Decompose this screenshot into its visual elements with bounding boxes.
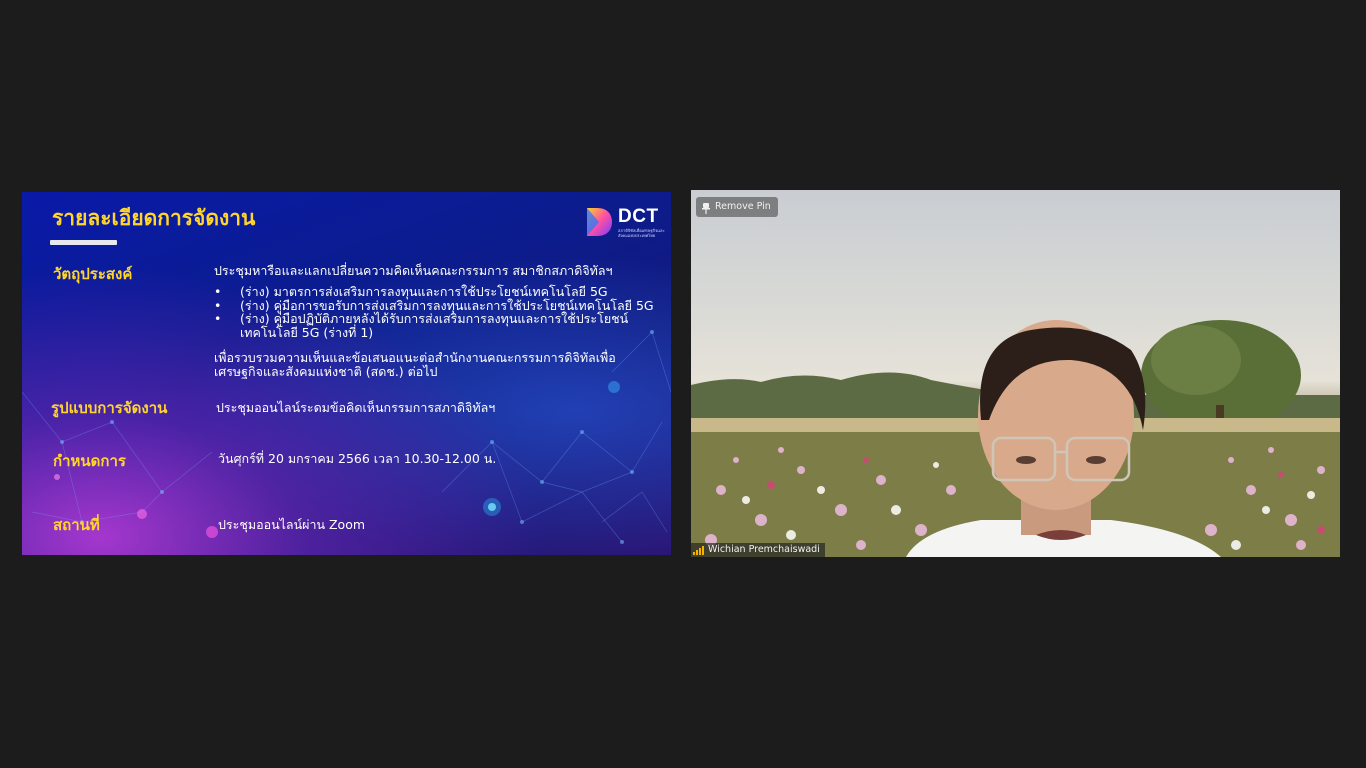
signal-bars-icon (693, 545, 704, 555)
shared-screen-slide: รายละเอียดการจัดงาน DCT สภาดิจิทัลเพื่อเ… (22, 192, 671, 555)
objective-label: วัตถุประสงค์ (53, 265, 133, 283)
participant-name: Wichian Premchaiswadi (708, 544, 820, 555)
list-item: • (ร่าง) มาตรการส่งเสริมการลงทุนและการใช… (214, 284, 608, 299)
schedule-label: กำหนดการ (53, 452, 126, 470)
remove-pin-label: Remove Pin (715, 201, 771, 212)
schedule-value: วันศุกร์ที่ 20 มกราคม 2566 เวลา 10.30-12… (218, 451, 497, 466)
slide-title: รายละเอียดการจัดงาน (52, 206, 256, 230)
objective-closing-line-2: เศรษฐกิจและสังคมแห่งชาติ (สดช.) ต่อไป (214, 364, 438, 379)
pin-icon (702, 202, 710, 214)
dct-logo-text: DCT (618, 206, 659, 227)
list-item: • (ร่าง) คู่มือการขอรับการส่งเสริมการลงท… (214, 297, 654, 313)
title-underline (50, 240, 117, 245)
objective-bullet-list: • (ร่าง) มาตรการส่งเสริมการลงทุนและการใช… (214, 285, 654, 339)
objective-intro: ประชุมหารือและแลกเปลี่ยนความคิดเห็นคณะกร… (214, 263, 613, 278)
format-value: ประชุมออนไลน์ระดมข้อคิดเห็นกรรมการสภาดิจ… (216, 400, 496, 415)
venue-label: สถานที่ (53, 516, 100, 534)
dct-logo-icon (587, 208, 612, 236)
participant-video-tile[interactable]: Remove Pin Wichian Premchaiswadi (691, 190, 1340, 557)
bullet-text-continued: เทคโนโลยี 5G (ร่างที่ 1) (240, 324, 374, 340)
format-label: รูปแบบการจัดงาน (51, 399, 168, 417)
video-feed-image (691, 320, 1340, 557)
objective-closing-line-1: เพื่อรวบรวมความเห็นและข้อเสนอแนะต่อสำนัก… (214, 350, 616, 365)
venue-value: ประชุมออนไลน์ผ่าน Zoom (218, 517, 366, 532)
dct-logo-subtitle: สภาดิจิทัลเพื่อเศรษฐกิจและสังคมแห่งประเท… (618, 228, 665, 238)
participant-name-tag: Wichian Premchaiswadi (691, 543, 825, 557)
dct-logo: DCT สภาดิจิทัลเพื่อเศรษฐกิจและสังคมแห่งป… (585, 206, 665, 240)
remove-pin-button[interactable]: Remove Pin (696, 197, 778, 217)
list-item: • (ร่าง) คู่มือปฏิบัติภายหลังได้รับการส่… (214, 312, 654, 339)
bullet-text: (ร่าง) คู่มือปฏิบัติภายหลังได้รับการส่งเ… (240, 311, 629, 326)
